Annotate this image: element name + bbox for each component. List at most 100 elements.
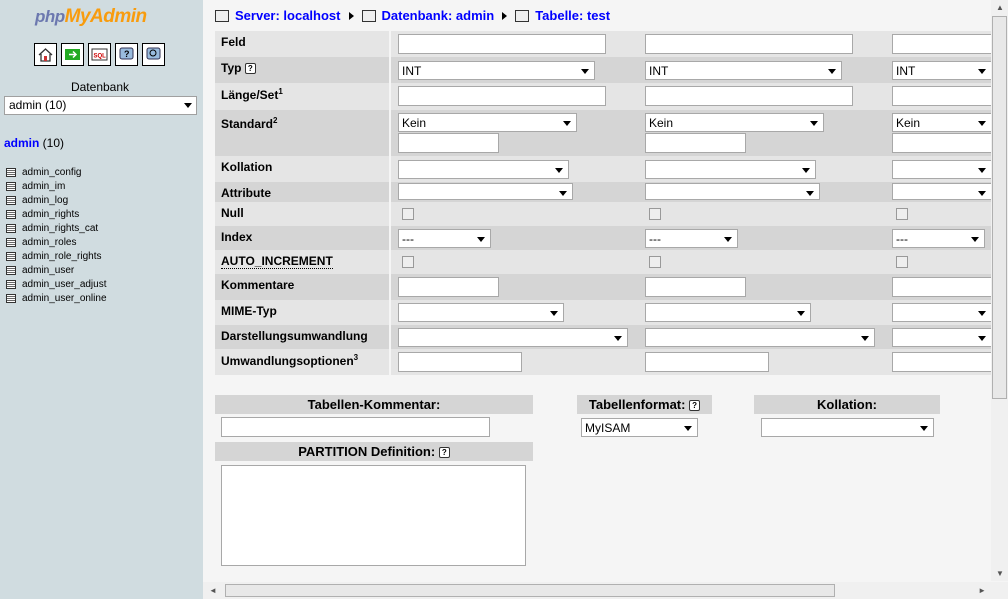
home-icon[interactable] bbox=[34, 43, 57, 66]
default-select-1[interactable]: Kein bbox=[398, 113, 577, 132]
field-name-input-3[interactable] bbox=[892, 34, 992, 54]
table-item[interactable]: admin_im bbox=[6, 179, 107, 193]
help-icon[interactable]: ? bbox=[244, 63, 256, 75]
table-icon[interactable] bbox=[6, 195, 16, 205]
transformation-select-3[interactable] bbox=[892, 328, 992, 347]
table-item[interactable]: admin_rights bbox=[6, 207, 107, 221]
transformation-options-input-1[interactable] bbox=[398, 352, 522, 372]
attribute-select-2[interactable] bbox=[645, 183, 820, 200]
table-icon[interactable] bbox=[6, 209, 16, 219]
table-format-select[interactable]: MyISAM bbox=[581, 418, 698, 437]
table-icon[interactable] bbox=[6, 265, 16, 275]
table-item[interactable]: admin_rights_cat bbox=[6, 221, 107, 235]
collation-select-1[interactable] bbox=[398, 160, 569, 179]
comment-input-1[interactable] bbox=[398, 277, 499, 297]
label-mime: MIME-Typ bbox=[215, 300, 389, 325]
sql-icon[interactable]: SQL bbox=[88, 43, 111, 66]
breadcrumb-server[interactable]: Server: localhost bbox=[215, 8, 341, 23]
default-value-input-1[interactable] bbox=[398, 133, 499, 153]
vertical-scrollbar-thumb[interactable] bbox=[992, 16, 1007, 399]
default-select-2[interactable]: Kein bbox=[645, 113, 824, 132]
table-icon[interactable] bbox=[6, 279, 16, 289]
table-item[interactable]: admin_user bbox=[6, 263, 107, 277]
phpmyadmin-logo[interactable]: phpMyAdmin bbox=[35, 6, 147, 28]
auto-increment-checkbox-3[interactable] bbox=[896, 256, 908, 268]
auto-increment-checkbox-1[interactable] bbox=[402, 256, 414, 268]
row-laenge: Länge/Set1 bbox=[215, 83, 992, 110]
field-name-input-1[interactable] bbox=[398, 34, 606, 54]
collation-select-3[interactable] bbox=[892, 160, 992, 179]
table-collation-select[interactable] bbox=[761, 418, 934, 437]
table-comment-input[interactable] bbox=[221, 417, 490, 437]
help-icon[interactable]: ? bbox=[689, 400, 701, 412]
type-select-3[interactable]: INT bbox=[892, 61, 992, 80]
query-icon[interactable] bbox=[142, 43, 165, 66]
table-icon[interactable] bbox=[6, 167, 16, 177]
auto-increment-checkbox-2[interactable] bbox=[649, 256, 661, 268]
scroll-down-icon[interactable]: ▼ bbox=[996, 569, 1004, 578]
row-typ: Typ ? INT INT INT bbox=[215, 57, 992, 83]
database-link[interactable]: admin bbox=[4, 136, 39, 150]
scroll-up-icon[interactable]: ▲ bbox=[996, 3, 1004, 12]
partition-definition-textarea[interactable] bbox=[221, 465, 526, 566]
scroll-right-icon[interactable]: ► bbox=[978, 586, 986, 595]
help-icon[interactable]: ? bbox=[438, 447, 450, 459]
collation-select-2[interactable] bbox=[645, 160, 816, 179]
mime-select-1[interactable] bbox=[398, 303, 564, 322]
length-input-2[interactable] bbox=[645, 86, 853, 106]
comment-input-3[interactable] bbox=[892, 277, 992, 297]
table-item[interactable]: admin_config bbox=[6, 165, 107, 179]
label-attribute: Attribute bbox=[215, 182, 389, 202]
default-select-3[interactable]: Kein bbox=[892, 113, 992, 132]
comment-input-2[interactable] bbox=[645, 277, 746, 297]
null-checkbox-2[interactable] bbox=[649, 208, 661, 220]
table-icon[interactable] bbox=[6, 251, 16, 261]
table-item[interactable]: admin_user_adjust bbox=[6, 277, 107, 291]
index-select-3[interactable]: --- bbox=[892, 229, 985, 248]
table-icon[interactable] bbox=[6, 293, 16, 303]
attribute-select-1[interactable] bbox=[398, 183, 573, 200]
table-icon[interactable] bbox=[6, 223, 16, 233]
table-icon[interactable] bbox=[6, 181, 16, 191]
server-icon bbox=[215, 9, 229, 22]
attribute-select-3[interactable] bbox=[892, 183, 992, 200]
default-value-input-3[interactable] bbox=[892, 133, 992, 153]
nav-icon-bar: SQL ? bbox=[34, 43, 165, 66]
label-feld: Feld bbox=[215, 31, 389, 57]
null-checkbox-3[interactable] bbox=[896, 208, 908, 220]
transformation-options-input-2[interactable] bbox=[645, 352, 769, 372]
index-select-2[interactable]: --- bbox=[645, 229, 738, 248]
breadcrumb-table[interactable]: Tabelle: test bbox=[515, 8, 610, 23]
table-comment-header: Tabellen-Kommentar: bbox=[215, 395, 533, 414]
null-checkbox-1[interactable] bbox=[402, 208, 414, 220]
index-select-1[interactable]: --- bbox=[398, 229, 491, 248]
length-input-3[interactable] bbox=[892, 86, 992, 106]
horizontal-scrollbar-thumb[interactable] bbox=[225, 584, 835, 597]
exit-icon[interactable] bbox=[61, 43, 84, 66]
table-item[interactable]: admin_user_online bbox=[6, 291, 107, 305]
transformation-select-1[interactable] bbox=[398, 328, 628, 347]
left-navigation: phpMyAdmin SQL ? Datenbank admin (10) ad… bbox=[0, 0, 203, 599]
type-select-2[interactable]: INT bbox=[645, 61, 842, 80]
row-kollation: Kollation bbox=[215, 156, 992, 182]
table-item[interactable]: admin_role_rights bbox=[6, 249, 107, 263]
default-value-input-2[interactable] bbox=[645, 133, 746, 153]
scroll-left-icon[interactable]: ◄ bbox=[209, 586, 217, 595]
field-name-input-2[interactable] bbox=[645, 34, 853, 54]
label-darstellung: Darstellungsumwandlung bbox=[215, 325, 389, 349]
length-input-1[interactable] bbox=[398, 86, 606, 106]
type-select-1[interactable]: INT bbox=[398, 61, 595, 80]
horizontal-scrollbar[interactable]: ◄ ► bbox=[203, 582, 1008, 599]
transformation-options-input-3[interactable] bbox=[892, 352, 992, 372]
breadcrumb: Server: localhost Datenbank: admin Tabel… bbox=[215, 8, 610, 23]
table-icon[interactable] bbox=[6, 237, 16, 247]
vertical-scrollbar[interactable]: ▲ ▼ bbox=[991, 0, 1008, 581]
transformation-select-2[interactable] bbox=[645, 328, 875, 347]
breadcrumb-database[interactable]: Datenbank: admin bbox=[361, 8, 494, 23]
table-item[interactable]: admin_log bbox=[6, 193, 107, 207]
mime-select-3[interactable] bbox=[892, 303, 992, 322]
database-select[interactable]: admin (10) bbox=[4, 96, 197, 115]
table-item[interactable]: admin_roles bbox=[6, 235, 107, 249]
docs-icon[interactable]: ? bbox=[115, 43, 138, 66]
mime-select-2[interactable] bbox=[645, 303, 811, 322]
